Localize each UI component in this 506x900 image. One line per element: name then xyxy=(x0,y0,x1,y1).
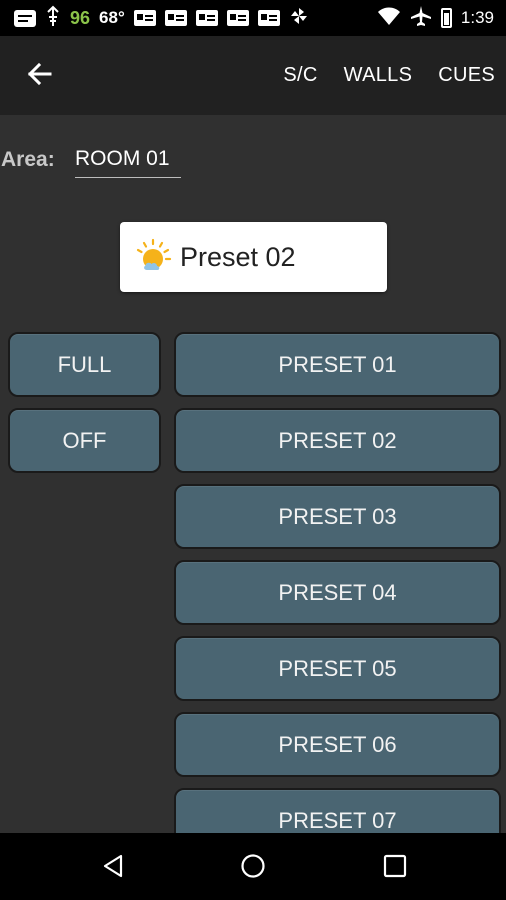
preset-button-04[interactable]: PRESET 04 xyxy=(174,560,501,625)
status-time: 1:39 xyxy=(460,8,494,27)
card-icon xyxy=(195,10,218,26)
wifi-icon xyxy=(377,6,401,31)
temperature: 68° xyxy=(99,8,125,27)
off-button[interactable]: OFF xyxy=(8,408,161,473)
menu-item-sc[interactable]: S/C xyxy=(270,64,330,87)
nav-back-icon[interactable] xyxy=(100,853,126,879)
card-icon xyxy=(133,10,156,26)
message-icon xyxy=(14,9,36,27)
app-bar-menu: S/C WALLS CUES xyxy=(270,36,506,115)
nav-home-icon[interactable] xyxy=(240,853,266,879)
preset-button-01[interactable]: PRESET 01 xyxy=(174,332,501,397)
nav-recents-icon[interactable] xyxy=(382,853,408,879)
area-selector[interactable]: ROOM 01 xyxy=(75,147,181,178)
card-icon xyxy=(257,10,280,26)
area-label: Area: xyxy=(1,148,55,171)
preset-button-06[interactable]: PRESET 06 xyxy=(174,712,501,777)
preset-button-02[interactable]: PRESET 02 xyxy=(174,408,501,473)
preset-button-05[interactable]: PRESET 05 xyxy=(174,636,501,701)
antenna-icon xyxy=(45,5,61,32)
app-bar: S/C WALLS CUES xyxy=(0,36,506,115)
current-preset-card: Preset 02 xyxy=(120,222,387,292)
menu-item-walls[interactable]: WALLS xyxy=(331,64,426,87)
back-arrow-icon[interactable] xyxy=(26,60,54,88)
current-preset-label: Preset 02 xyxy=(180,242,296,272)
airplane-icon xyxy=(410,5,432,32)
preset-button-03[interactable]: PRESET 03 xyxy=(174,484,501,549)
battery-icon xyxy=(440,8,452,28)
status-bar: 96 68° 1:39 xyxy=(0,0,506,36)
card-icon xyxy=(164,10,187,26)
system-nav-bar xyxy=(0,833,506,900)
menu-item-cues[interactable]: CUES xyxy=(425,64,506,87)
full-button[interactable]: FULL xyxy=(8,332,161,397)
card-icon xyxy=(226,10,249,26)
pinwheel-icon xyxy=(289,6,309,31)
signal-value: 96 xyxy=(70,7,91,28)
sun-cloud-icon xyxy=(133,237,173,277)
